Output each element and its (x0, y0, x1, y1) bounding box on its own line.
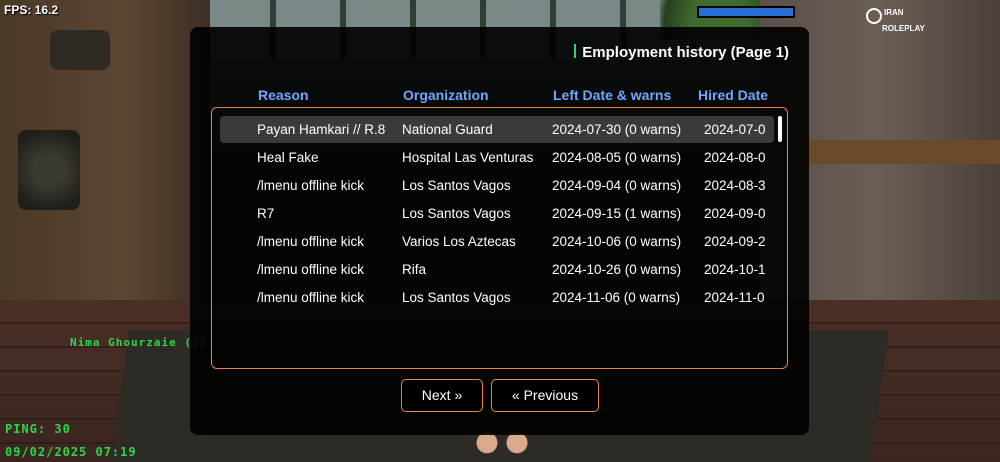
cell-left-date: 2024-07-30 (0 warns) (552, 122, 682, 137)
cell-left-date: 2024-08-05 (0 warns) (552, 150, 682, 165)
cell-left-date: 2024-10-06 (0 warns) (552, 234, 682, 249)
ping-display: PING: 30 (5, 422, 71, 436)
cell-organization: Hospital Las Venturas (402, 150, 534, 165)
list-scrollbar[interactable] (778, 116, 782, 142)
cell-reason: Heal Fake (257, 150, 319, 165)
datetime-display: 09/02/2025 07:19 (5, 445, 137, 459)
cell-reason: /lmenu offline kick (257, 290, 365, 305)
background-sack (50, 30, 110, 70)
background-shelf (800, 140, 1000, 164)
cell-hired-date: 2024-09-0 (704, 206, 766, 221)
dialog-title: Employment history (Page 1) (574, 44, 789, 61)
health-bar-fill (699, 8, 793, 16)
cell-reason: /lmenu offline kick (257, 234, 365, 249)
cell-reason: R7 (257, 206, 275, 221)
list-row[interactable]: /lmenu offline kick Rifa 2024-10-26 (0 w… (220, 256, 774, 283)
dialog-title-text: Employment history (Page 1) (582, 44, 789, 61)
cell-reason: /lmenu offline kick (257, 178, 365, 193)
cell-left-date: 2024-09-04 (0 warns) (552, 178, 682, 193)
cell-hired-date: 2024-07-0 (704, 122, 766, 137)
column-header-left-date: Left Date & warns (553, 87, 672, 103)
background-barrel (18, 130, 80, 210)
server-logo: IRAN ROLEPLAY (866, 8, 926, 33)
cell-hired-date: 2024-09-2 (704, 234, 766, 249)
list-row[interactable]: Heal Fake Hospital Las Venturas 2024-08-… (220, 144, 774, 171)
list-row[interactable]: /lmenu offline kick Los Santos Vagos 202… (220, 172, 774, 199)
list-row[interactable]: /lmenu offline kick Varios Los Aztecas 2… (220, 228, 774, 255)
column-header-reason: Reason (258, 87, 309, 103)
next-page-button[interactable]: Next » (401, 379, 483, 412)
cell-hired-date: 2024-10-1 (704, 262, 766, 277)
cell-reason: /lmenu offline kick (257, 262, 365, 277)
cell-organization: National Guard (402, 122, 493, 137)
cell-hired-date: 2024-08-3 (704, 178, 766, 193)
logo-text-top: IRAN (884, 8, 904, 17)
player-nametag: Nima Ghourzaie (2) (70, 336, 208, 349)
cell-left-date: 2024-11-06 (0 warns) (552, 290, 681, 305)
cell-organization: Los Santos Vagos (402, 206, 511, 221)
health-bar (697, 6, 795, 18)
title-accent-bar (574, 44, 577, 58)
column-header-organization: Organization (403, 87, 489, 103)
cell-left-date: 2024-10-26 (0 warns) (552, 262, 682, 277)
logo-text-bottom: ROLEPLAY (882, 24, 925, 33)
cell-organization: Rifa (402, 262, 427, 277)
fps-counter: FPS: 16.2 (4, 3, 59, 17)
cell-organization: Los Santos Vagos (402, 290, 511, 305)
cell-reason: Payan Hamkari // R.8 (257, 122, 386, 137)
cell-left-date: 2024-09-15 (1 warns) (552, 206, 682, 221)
list-row[interactable]: Payan Hamkari // R.8 National Guard 2024… (220, 116, 774, 143)
list-row[interactable]: /lmenu offline kick Los Santos Vagos 202… (220, 284, 774, 311)
previous-page-button[interactable]: « Previous (491, 379, 599, 412)
cell-hired-date: 2024-08-0 (704, 150, 766, 165)
logo-icon (866, 8, 882, 24)
history-list[interactable]: Payan Hamkari // R.8 National Guard 2024… (211, 107, 788, 369)
cell-organization: Varios Los Aztecas (402, 234, 516, 249)
employment-history-dialog: Employment history (Page 1) Reason Organ… (190, 27, 809, 435)
cell-organization: Los Santos Vagos (402, 178, 511, 193)
column-header-hired-date: Hired Date (698, 87, 769, 103)
cell-hired-date: 2024-11-0 (704, 290, 765, 305)
list-row[interactable]: R7 Los Santos Vagos 2024-09-15 (1 warns)… (220, 200, 774, 227)
